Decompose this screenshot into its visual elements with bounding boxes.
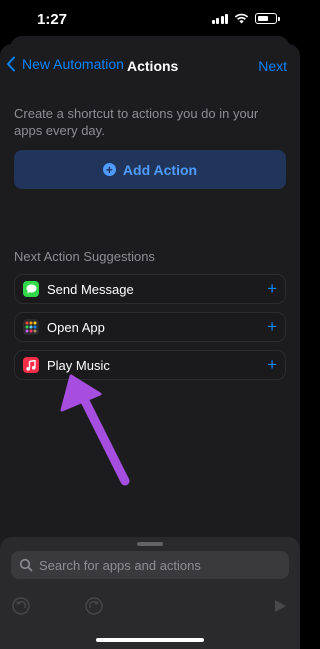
messages-app-icon bbox=[23, 281, 39, 297]
status-bar: 1:27 bbox=[0, 0, 300, 40]
next-button[interactable]: Next bbox=[258, 58, 287, 74]
description-text: Create a shortcut to actions you do in y… bbox=[14, 106, 259, 138]
status-time: 1:27 bbox=[37, 11, 68, 28]
play-icon[interactable] bbox=[273, 599, 287, 613]
battery-nub bbox=[278, 16, 280, 21]
add-suggestion-icon[interactable]: + bbox=[267, 356, 277, 374]
open-app-grid-icon bbox=[23, 319, 39, 335]
suggestion-label: Open App bbox=[47, 319, 105, 335]
add-action-label: Add Action bbox=[122, 161, 198, 178]
chevron-left-icon bbox=[7, 56, 15, 72]
plus-circle-icon: + bbox=[102, 163, 116, 176]
redo-icon[interactable] bbox=[85, 597, 103, 615]
add-suggestion-icon[interactable]: + bbox=[267, 318, 277, 336]
back-button[interactable]: New Automation bbox=[6, 56, 124, 72]
add-suggestion-icon[interactable]: + bbox=[267, 280, 277, 298]
page-title: Actions bbox=[127, 58, 179, 74]
cellular-signal-icon bbox=[211, 13, 228, 24]
suggestion-label: Play Music bbox=[47, 357, 110, 373]
battery-icon bbox=[255, 13, 277, 24]
suggestion-open-app[interactable]: Open App + bbox=[14, 312, 286, 342]
navigation-bar: New Automation Actions Next bbox=[0, 44, 300, 88]
search-input[interactable] bbox=[37, 556, 281, 574]
music-app-icon bbox=[23, 357, 39, 373]
suggestion-send-message[interactable]: Send Message + bbox=[14, 274, 286, 304]
suggestion-label: Send Message bbox=[47, 281, 134, 297]
back-label: New Automation bbox=[22, 56, 124, 72]
search-field[interactable] bbox=[11, 551, 289, 579]
search-icon bbox=[19, 558, 33, 572]
undo-icon[interactable] bbox=[12, 597, 30, 615]
status-icons bbox=[211, 13, 280, 24]
suggestions-header: Next Action Suggestions bbox=[14, 249, 155, 264]
drawer-grabber[interactable] bbox=[137, 542, 163, 546]
suggestion-play-music[interactable]: Play Music + bbox=[14, 350, 286, 380]
wifi-icon bbox=[234, 13, 249, 24]
action-drawer bbox=[0, 537, 300, 649]
home-indicator bbox=[96, 638, 204, 642]
add-action-button[interactable]: + Add Action bbox=[14, 150, 286, 189]
